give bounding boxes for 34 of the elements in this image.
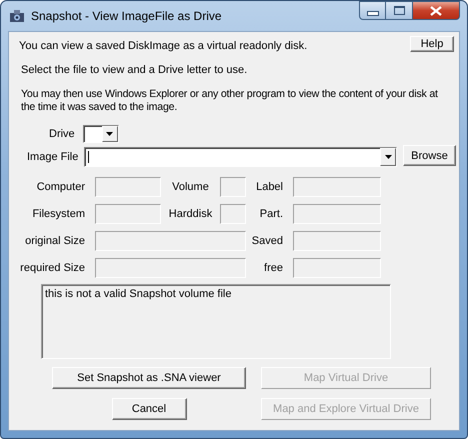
field-label: free: [263, 262, 284, 274]
field-label: Harddisk: [168, 208, 214, 220]
image-file-label: Image File: [27, 151, 80, 163]
field-label: Label: [255, 181, 284, 193]
action-button[interactable]: Cancel: [112, 398, 186, 420]
readonly-field: [220, 204, 246, 224]
instruction-text: You can view a saved DiskImage as a virtual readonly disk.: [19, 40, 308, 53]
drive-label: Drive: [49, 128, 75, 140]
dropdown-arrow-icon: [106, 132, 114, 136]
field-label: Computer: [36, 181, 86, 193]
image-file-dropdown[interactable]: [84, 147, 397, 167]
readonly-field: [95, 177, 161, 197]
browse-button[interactable]: Browse: [403, 145, 456, 166]
message-box: this is not a valid Snapshot volume file: [41, 284, 391, 359]
field-label: Saved: [250, 235, 284, 247]
help-button[interactable]: Help: [410, 36, 454, 52]
dropdown-arrow-icon: [384, 155, 392, 159]
field-label: original Size: [24, 235, 86, 247]
maximize-button[interactable]: [386, 1, 413, 20]
instruction-text: Select the file to view and a Drive letter to use.: [20, 64, 248, 77]
window-title: Snapshot - View ImageFile as Drive: [31, 9, 223, 23]
instruction-text: You may then use Windows Explorer or any other program to view the content of your disk at the time it was saved to the image.: [20, 88, 439, 114]
action-button[interactable]: Set Snapshot as .SNA viewer: [52, 367, 246, 389]
close-icon: [430, 6, 442, 16]
drive-dropdown[interactable]: [82, 125, 119, 143]
field-label: required Size: [19, 262, 86, 274]
readonly-field: [95, 204, 161, 224]
readonly-field: [220, 177, 246, 197]
field-label: Filesystem: [31, 208, 86, 220]
field-label: Volume: [171, 181, 210, 193]
close-button[interactable]: [413, 1, 460, 20]
field-label: Part.: [258, 208, 284, 220]
camera-icon: [9, 8, 25, 24]
minimize-button[interactable]: [359, 1, 386, 20]
